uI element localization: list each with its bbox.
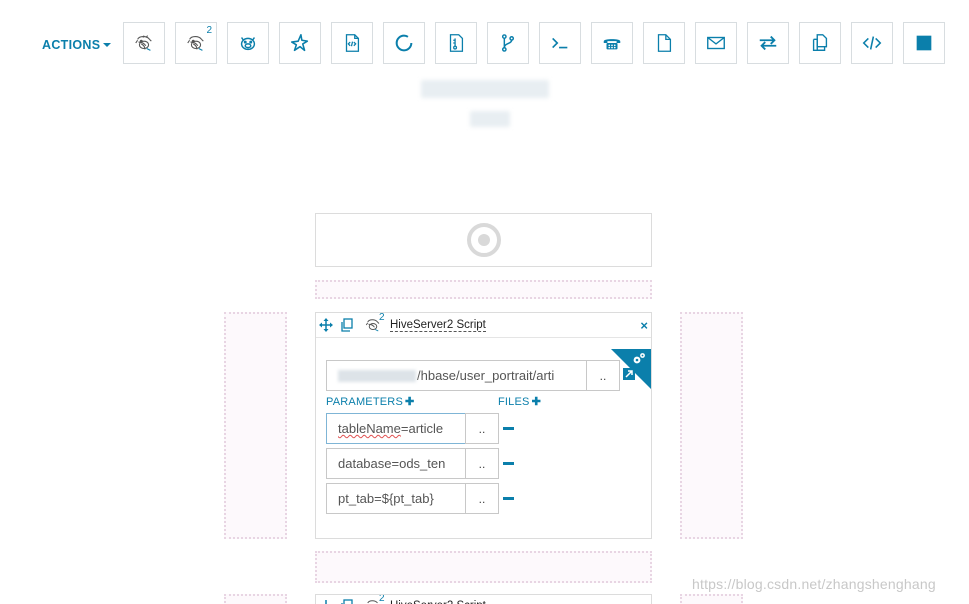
sqoop-icon: [395, 34, 413, 52]
stop-icon: [916, 35, 932, 51]
remove-parameter-0-icon[interactable]: [503, 427, 514, 430]
expand-arrow-icon[interactable]: [623, 368, 635, 380]
drop-zone-top[interactable]: [315, 280, 652, 299]
toolbar-distcp-button[interactable]: [799, 22, 841, 64]
toolbar-subworkflow-button[interactable]: [487, 22, 529, 64]
move-icon[interactable]: [319, 599, 333, 604]
script-path-redacted: [338, 369, 416, 382]
spark-icon: [290, 33, 309, 52]
parameter-0-rest: =article: [400, 421, 444, 436]
script-path-input[interactable]: /hbase/user_portrait/arti: [326, 360, 587, 391]
drop-zone-right[interactable]: [680, 312, 743, 539]
copy-icon[interactable]: [340, 599, 354, 604]
hive2-superscript: 2: [379, 594, 385, 604]
toolbar-spark-button[interactable]: [279, 22, 321, 64]
hive-icon: [135, 35, 152, 51]
parameter-0-name: tableName: [338, 421, 401, 436]
start-target-icon: [466, 223, 501, 257]
hive2-superscript: 2: [379, 312, 385, 323]
watermark: https://blog.csdn.net/zhangshenghang: [692, 576, 936, 592]
toolbar-streaming-button[interactable]: [747, 22, 789, 64]
script-browse-button[interactable]: ..: [586, 360, 620, 391]
parameter-1-value: database=ods_ten: [338, 456, 446, 471]
ssh-icon: [603, 39, 621, 50]
start-node: [315, 213, 652, 267]
node-title[interactable]: HiveServer2 Script: [390, 319, 486, 332]
parameter-0-browse-button[interactable]: ..: [465, 413, 499, 444]
toolbar-generic-button[interactable]: [851, 22, 893, 64]
hive2-icon: [187, 36, 204, 51]
toolbar-hive-button[interactable]: [123, 22, 165, 64]
java-file-icon: [345, 34, 360, 52]
parameter-input-1[interactable]: database=ods_ten: [326, 448, 466, 479]
toolbar-ssh-button[interactable]: [591, 22, 633, 64]
copy-icon[interactable]: [340, 318, 354, 332]
remove-parameter-1-icon[interactable]: [503, 462, 514, 465]
toolbar-mapreduce-button[interactable]: [435, 22, 477, 64]
next-node-title[interactable]: HiveServer2 Script: [390, 600, 486, 604]
drop-zone-bottom[interactable]: [315, 551, 652, 583]
add-parameter-icon[interactable]: ✚: [405, 396, 414, 408]
hive2-superscript: 2: [206, 25, 212, 36]
parameter-input-2[interactable]: pt_tab=${pt_tab}: [326, 483, 466, 514]
toolbar-kill-button[interactable]: [903, 22, 945, 64]
toolbar-java-button[interactable]: [331, 22, 373, 64]
toolbar-shell-button[interactable]: [539, 22, 581, 64]
streaming-icon: [759, 35, 777, 51]
toolbar-sqoop-button[interactable]: [383, 22, 425, 64]
actions-menu[interactable]: ACTIONS: [42, 38, 112, 52]
drop-zone-left[interactable]: [224, 312, 287, 539]
code-icon: [862, 36, 882, 50]
add-file-icon[interactable]: ✚: [532, 396, 541, 408]
pig-icon: [240, 37, 256, 51]
actions-label: ACTIONS: [42, 38, 101, 52]
script-path-value: /hbase/user_portrait/arti: [417, 368, 555, 383]
toolbar-pig-button[interactable]: [227, 22, 269, 64]
move-icon[interactable]: [319, 318, 333, 332]
workflow-name-redacted[interactable]: [421, 80, 549, 98]
drop-zone-left-next[interactable]: [224, 594, 287, 604]
toolbar-fs-button[interactable]: [643, 22, 685, 64]
parameters-section: PARAMETERS ✚: [326, 395, 414, 408]
close-icon[interactable]: ×: [640, 318, 648, 333]
node-header: 2 HiveServer2 Script ×: [316, 312, 651, 338]
files-label: FILES: [498, 396, 530, 408]
workflow-description-redacted[interactable]: [470, 111, 510, 127]
email-icon: [707, 36, 725, 50]
settings-cogs-icon[interactable]: [631, 351, 647, 367]
remove-parameter-2-icon[interactable]: [503, 497, 514, 500]
fs-icon: [657, 34, 672, 52]
subworkflow-icon: [501, 34, 515, 52]
parameter-1-browse-button[interactable]: ..: [465, 448, 499, 479]
distcp-icon: [812, 34, 828, 52]
parameter-input-0[interactable]: tableName =article: [326, 413, 466, 444]
toolbar-hive2-button[interactable]: 2: [175, 22, 217, 64]
parameters-label: PARAMETERS: [326, 396, 403, 408]
hiveserver2-node: 2 HiveServer2 Script × /hbase/user_portr…: [315, 312, 652, 539]
toolbar-email-button[interactable]: [695, 22, 737, 64]
caret-down-icon: [103, 43, 112, 47]
files-section: FILES ✚: [498, 395, 541, 408]
shell-icon: [552, 37, 568, 49]
parameter-2-value: pt_tab=${pt_tab}: [338, 491, 434, 506]
next-node-partial: 2 HiveServer2 Script: [315, 594, 652, 604]
drop-zone-right-next[interactable]: [680, 594, 743, 604]
parameter-2-browse-button[interactable]: ..: [465, 483, 499, 514]
mapreduce-icon: [449, 34, 464, 52]
